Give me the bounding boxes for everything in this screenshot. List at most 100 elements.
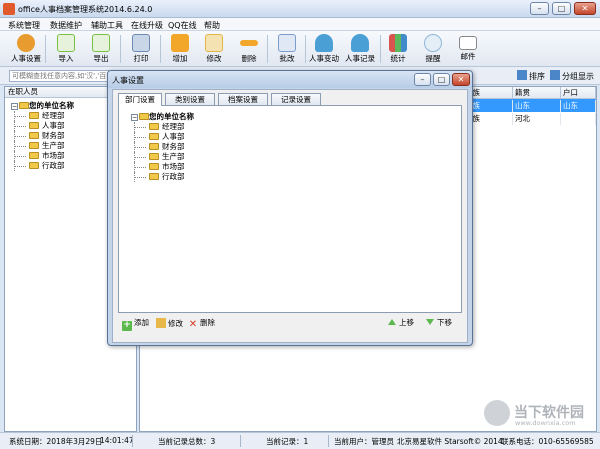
export-button[interactable]: 导出 — [84, 33, 118, 65]
status-user: 当前用户：管理员 — [334, 437, 394, 446]
collapse-icon[interactable]: − — [131, 114, 138, 121]
dialog-tree-item[interactable]: 经理部 — [131, 122, 194, 132]
status-phone: 联系电话：010-65569585 — [501, 437, 594, 446]
reminder-button[interactable]: 提醒 — [416, 33, 450, 65]
table-cell: 山东 — [513, 100, 561, 112]
table-cell: 河北 — [513, 113, 561, 125]
person-record-icon — [351, 34, 369, 52]
folder-icon — [29, 142, 39, 149]
alarm-clock-icon — [424, 34, 442, 52]
group-display-button[interactable]: 分组显示 — [550, 70, 594, 82]
dialog-action-bar: + 添加 修改 ✕ 删除 上移 下移 — [118, 316, 462, 331]
sort-button[interactable]: 排序 — [517, 70, 545, 82]
menu-bar: 系统管理 数据维护 辅助工具 在线升级 QQ在线 帮助 — [0, 18, 600, 31]
window-titlebar: office人事档案管理系统2014.6.24.0 – □ ✕ — [0, 0, 600, 18]
dialog-tree-item[interactable]: 生产部 — [131, 152, 194, 162]
tab-department-settings[interactable]: 部门设置 — [118, 93, 162, 106]
delete-x-icon: ✕ — [188, 319, 198, 330]
tab-archive-settings[interactable]: 档案设置 — [218, 93, 268, 105]
folder-icon — [29, 132, 39, 139]
status-copyright: 北京易星软件 Starsoft© 2014 — [397, 437, 503, 446]
dialog-maximize-button[interactable]: □ — [433, 73, 450, 86]
personnel-record-button[interactable]: 人事记录 — [343, 33, 377, 65]
folder-icon — [29, 162, 39, 169]
dialog-tree-item[interactable]: 财务部 — [131, 142, 194, 152]
dialog-department-tree: − 您的单位名称 经理部 人事部 财务部 生产部 市场部 行政部 — [131, 112, 194, 182]
import-button[interactable]: 导入 — [49, 33, 83, 65]
edit-department-button[interactable]: 修改 — [156, 318, 183, 329]
sort-icon — [517, 70, 527, 80]
folder-icon — [29, 122, 39, 129]
import-icon — [57, 34, 75, 52]
person-change-icon — [315, 34, 333, 52]
batch-edit-button[interactable]: 批改 — [270, 33, 304, 65]
delete-button[interactable]: 删除 — [232, 33, 266, 65]
move-down-button[interactable]: 下移 — [426, 318, 452, 328]
dialog-tree-item[interactable]: 人事部 — [131, 132, 194, 142]
folder-open-icon — [19, 102, 29, 109]
arrow-up-icon — [388, 319, 396, 325]
add-button[interactable]: 增加 — [163, 33, 197, 65]
folder-icon — [149, 153, 159, 160]
delete-department-button[interactable]: ✕ 删除 — [188, 318, 215, 330]
search-input[interactable] — [9, 70, 109, 82]
print-button[interactable]: 打印 — [124, 33, 158, 65]
menu-item-system[interactable]: 系统管理 — [8, 20, 40, 31]
dialog-tree-item[interactable]: 市场部 — [131, 162, 194, 172]
personnel-settings-button[interactable]: 人事设置 — [9, 33, 43, 65]
folder-icon — [149, 143, 159, 150]
dialog-title: 人事设置 — [112, 76, 144, 85]
folder-icon — [29, 152, 39, 159]
dialog-minimize-button[interactable]: – — [414, 73, 431, 86]
minimize-button[interactable]: – — [530, 2, 549, 15]
statistics-button[interactable]: 统计 — [381, 33, 415, 65]
folder-icon — [149, 173, 159, 180]
add-department-button[interactable]: + 添加 — [122, 318, 149, 331]
dialog-tree-root[interactable]: − 您的单位名称 — [131, 112, 194, 122]
menu-item-help[interactable]: 帮助 — [204, 20, 220, 31]
watermark-logo-icon — [484, 400, 510, 426]
arrow-down-icon — [426, 319, 434, 325]
status-total-records: 当前记录总数：3 — [158, 437, 216, 446]
collapse-icon[interactable]: − — [11, 103, 18, 110]
column-header-native-place[interactable]: 籍贯 — [513, 87, 561, 99]
menu-item-tools[interactable]: 辅助工具 — [91, 20, 123, 31]
column-header-residence[interactable]: 户口 — [561, 87, 596, 99]
modify-button[interactable]: 修改 — [197, 33, 231, 65]
app-icon — [3, 3, 15, 15]
move-up-button[interactable]: 上移 — [388, 318, 414, 328]
menu-item-upgrade[interactable]: 在线升级 — [131, 20, 163, 31]
folder-icon — [149, 133, 159, 140]
personnel-change-button[interactable]: 人事变动 — [307, 33, 341, 65]
tab-record-settings[interactable]: 记录设置 — [271, 93, 321, 105]
edit-icon — [205, 34, 223, 52]
menu-item-qq[interactable]: QQ在线 — [168, 20, 197, 31]
folder-open-icon — [139, 113, 149, 120]
dialog-titlebar: 人事设置 – □ ✕ — [108, 71, 472, 88]
add-icon — [171, 34, 189, 52]
folder-icon — [149, 163, 159, 170]
mail-button[interactable]: 邮件 — [451, 33, 485, 65]
watermark: 当下软件园 www.downxia.com — [484, 400, 596, 430]
table-cell: 山东 — [561, 100, 596, 112]
dialog-tree-item[interactable]: 行政部 — [131, 172, 194, 182]
pencil-icon — [156, 318, 166, 328]
plus-icon: + — [122, 320, 132, 331]
folder-icon — [149, 123, 159, 130]
maximize-button[interactable]: □ — [552, 2, 571, 15]
mail-icon — [459, 36, 477, 50]
status-current-record: 当前记录：1 — [266, 437, 309, 446]
personnel-settings-dialog: 人事设置 – □ ✕ 部门设置 类别设置 档案设置 记录设置 − 您的单位名称 … — [107, 70, 473, 346]
folder-icon — [29, 112, 39, 119]
dialog-body: 部门设置 类别设置 档案设置 记录设置 − 您的单位名称 经理部 人事部 财务部… — [112, 89, 468, 343]
export-icon — [92, 34, 110, 52]
status-date: 系统日期：2018年3月29日 — [9, 437, 103, 446]
menu-item-data[interactable]: 数据维护 — [50, 20, 82, 31]
close-button[interactable]: ✕ — [574, 2, 596, 15]
main-toolbar: 人事设置 导入 导出 打印 增加 修改 删除 批改 人事变动 人事记录 统计 提… — [0, 31, 600, 67]
minus-icon — [240, 40, 258, 46]
batch-edit-icon — [278, 34, 296, 52]
department-settings-panel: − 您的单位名称 经理部 人事部 财务部 生产部 市场部 行政部 — [118, 105, 462, 313]
dialog-close-button[interactable]: ✕ — [452, 73, 470, 86]
tab-category-settings[interactable]: 类别设置 — [165, 93, 215, 105]
